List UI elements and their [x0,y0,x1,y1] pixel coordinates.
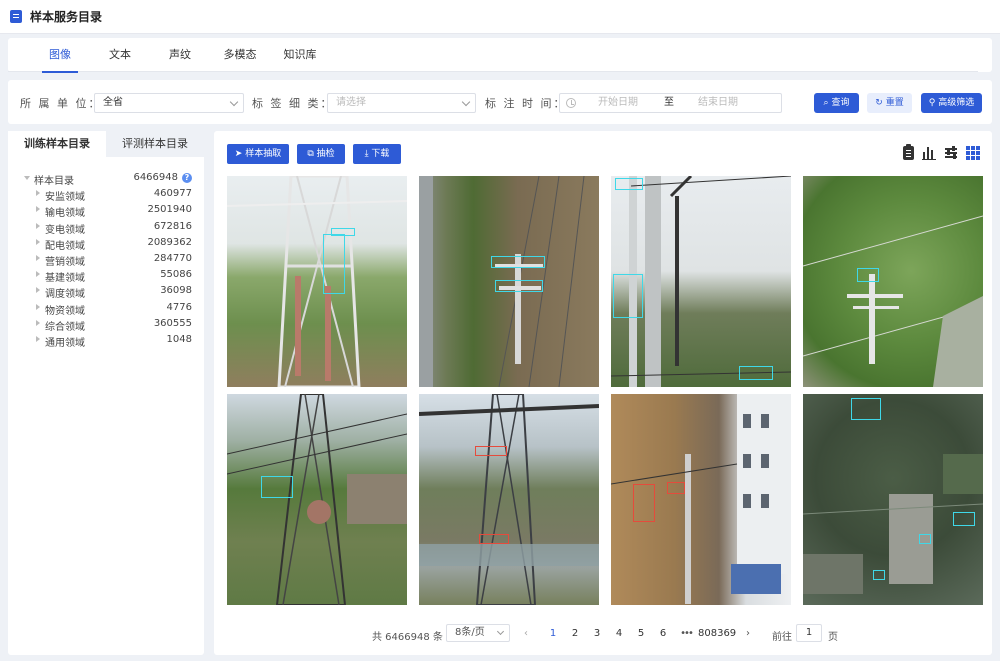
modality-tabs-card: 图像 文本 声纹 多模态 知识库 [8,38,992,73]
range-separator: 至 [664,97,674,108]
image-thumb-transmission-tower-closeup[interactable] [227,176,407,387]
filter-icon: ⚲ [928,98,936,108]
caret-right-icon[interactable] [36,287,40,294]
tab-multimodal[interactable]: 多模态 [210,38,270,72]
tree-root[interactable]: 样本目录 6466948 ? [8,171,204,187]
pagination: 共 6466948 条 8条/页 ‹ 1 2 3 4 5 6 ••• 80836… [214,624,992,644]
chevron-down-icon [496,627,505,636]
tree-item-infrastructure[interactable]: 基建领域 55086 [8,268,204,284]
page-size-select[interactable]: 8条/页 [446,624,510,642]
more-pages-icon[interactable]: ••• [677,628,695,639]
image-thumb-pole-in-green-field[interactable] [803,176,983,387]
tree-item-marketing[interactable]: 营销领域 284770 [8,252,204,268]
last-page[interactable]: 808369 [698,628,736,639]
caret-right-icon[interactable] [36,254,40,261]
reset-button[interactable]: ↻ 重置 [867,93,912,113]
tab-knowledge-base[interactable]: 知识库 [270,38,330,72]
time-label: 标 注 时 间： [485,97,567,110]
bar-chart-icon[interactable] [922,146,936,160]
caret-right-icon[interactable] [36,335,40,342]
filter-bar: 所 属 单 位： 全省 标 签 细 类： 请选择 标 注 时 间： 开始日期 至… [8,80,992,124]
page-title: 样本服务目录 [30,10,103,24]
view-switcher [903,144,980,160]
goto-page-input[interactable]: 1 [796,624,822,642]
tree-item-transmission[interactable]: 输电领域 2501940 [8,203,204,219]
page-6[interactable]: 6 [656,628,670,639]
modality-tabs: 图像 文本 声纹 多模态 知识库 [8,38,978,73]
caret-right-icon[interactable] [36,222,40,229]
image-thumb-tower-over-river-village[interactable] [419,394,599,605]
caret-right-icon[interactable] [36,319,40,326]
tree-item-safety[interactable]: 安监领域 460977 [8,187,204,203]
tree-item-dispatch[interactable]: 调度领域 36098 [8,284,204,300]
catalog-tree: 样本目录 6466948 ? 安监领域 460977 输电领域 2501940 变电… [8,157,204,349]
page-header: 样本服务目录 [0,0,1000,34]
page-2[interactable]: 2 [568,628,582,639]
help-icon[interactable]: ? [182,173,192,183]
tree-count: 6466948 [133,172,178,183]
tree-item-general-affairs[interactable]: 综合领域 360555 [8,317,204,333]
sliders-icon[interactable] [944,146,958,160]
document-icon [10,10,22,23]
tag-select-placeholder: 请选择 [336,97,366,108]
prev-page-icon[interactable]: ‹ [524,628,528,639]
unit-select[interactable]: 全省 [94,93,244,113]
tree-item-materials[interactable]: 物资领域 4776 [8,301,204,317]
image-thumb-pole-beside-road[interactable] [419,176,599,387]
tree-item-distribution[interactable]: 配电领域 2089362 [8,236,204,252]
unit-select-value: 全省 [103,97,123,108]
image-thumb-aerial-dark-field[interactable] [803,394,983,605]
spot-check-button[interactable]: ⧉ 抽检 [297,144,345,164]
refresh-icon: ↻ [875,98,883,108]
clipboard-icon[interactable] [903,144,914,160]
catalog-tabs: 训练样本目录 评测样本目录 [8,131,204,157]
gallery-panel: ➤ 样本抽取 ⧉ 抽检 ⤓ 下载 共 6466948 条 8条/页 ‹ 1 2 … [214,131,992,655]
tab-image[interactable]: 图像 [30,38,90,73]
caret-right-icon[interactable] [36,206,40,213]
send-icon: ➤ [234,149,246,159]
next-page-icon[interactable]: › [746,628,750,639]
start-date-input[interactable]: 开始日期 [598,94,638,112]
search-icon: ⌕ [823,98,829,108]
tab-training-catalog[interactable]: 训练样本目录 [8,131,106,157]
download-button[interactable]: ⤓ 下载 [353,144,401,164]
tab-text[interactable]: 文本 [90,38,150,72]
advanced-filter-button[interactable]: ⚲ 高级筛选 [921,93,982,113]
tab-voiceprint[interactable]: 声纹 [150,38,210,72]
grid-view-icon[interactable] [966,146,980,160]
tree-item-substation[interactable]: 变电领域 672816 [8,220,204,236]
image-thumb-tower-over-farmland[interactable] [227,394,407,605]
tab-evaluation-catalog[interactable]: 评测样本目录 [106,131,204,157]
chevron-down-icon [229,97,239,107]
tree-item-common[interactable]: 通用领域 1048 [8,333,204,349]
catalog-panel: 训练样本目录 评测样本目录 样本目录 6466948 ? 安监领域 460977 … [8,131,204,655]
end-date-input[interactable]: 结束日期 [698,94,738,112]
goto-label: 前往 [772,632,792,643]
image-thumb-distribution-pole-near-building[interactable] [611,394,791,605]
chevron-down-icon [461,97,471,107]
unit-label: 所 属 单 位： [20,97,102,110]
tag-select[interactable]: 请选择 [327,93,476,113]
total-count: 共 6466948 条 [372,632,443,643]
caret-right-icon[interactable] [36,190,40,197]
caret-down-icon[interactable] [24,176,30,180]
tag-label: 标 签 细 类： [252,97,334,110]
goto-unit: 页 [828,632,838,643]
image-thumb-concrete-pole-insulators[interactable] [611,176,791,387]
caret-right-icon[interactable] [36,303,40,310]
date-range-picker[interactable]: 开始日期 至 结束日期 [559,93,782,113]
sample-extract-button[interactable]: ➤ 样本抽取 [227,144,289,164]
page-3[interactable]: 3 [590,628,604,639]
page-5[interactable]: 5 [634,628,648,639]
clock-icon [566,98,576,108]
caret-right-icon[interactable] [36,271,40,278]
copy-icon: ⧉ [307,149,317,159]
query-button[interactable]: ⌕ 查询 [814,93,859,113]
page-1[interactable]: 1 [546,628,560,639]
page-4[interactable]: 4 [612,628,626,639]
caret-right-icon[interactable] [36,238,40,245]
